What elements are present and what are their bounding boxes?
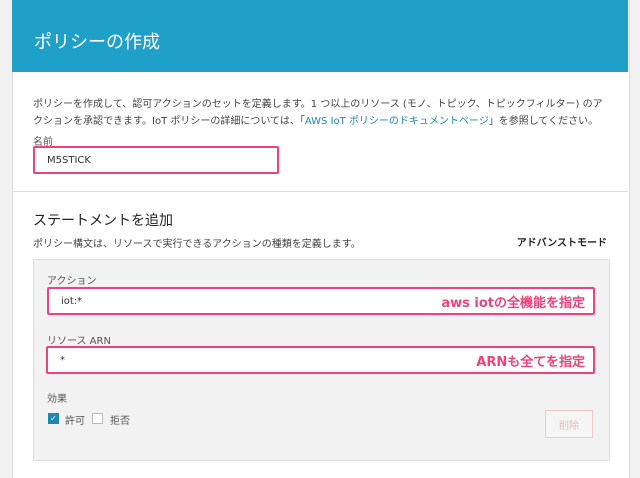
name-value: M5STICK <box>47 154 91 166</box>
policy-doc-link[interactable]: AWS IoT ポリシーのドキュメントページ <box>305 116 489 127</box>
description-text-end: 」を参照してください。 <box>488 116 599 127</box>
page-title: ポリシーの作成 <box>34 32 160 53</box>
allow-label: 許可 <box>65 416 85 427</box>
resource-value: * <box>60 354 65 366</box>
action-value: iot:* <box>61 295 83 307</box>
name-input[interactable]: M5STICK <box>33 146 279 174</box>
statement-panel: アクション iot:* aws iotの全機能を指定 リソース ARN * ARNも… <box>33 259 610 461</box>
resource-label: リソース ARN <box>47 336 111 347</box>
action-input[interactable]: iot:* aws iotの全機能を指定 <box>47 287 595 315</box>
allow-checkbox[interactable]: ✓ <box>48 413 59 424</box>
description: ポリシーを作成して、認可アクションのセットを定義します。1 つ以上のリソース (… <box>33 96 603 130</box>
statement-title: ステートメントを追加 <box>33 213 173 229</box>
action-label: アクション <box>47 276 97 287</box>
resource-annotation: ARNも全てを指定 <box>476 354 585 370</box>
action-annotation: aws iotの全機能を指定 <box>441 295 585 311</box>
page-header: ポリシーの作成 <box>12 0 628 72</box>
deny-checkbox[interactable] <box>92 413 103 424</box>
deny-label: 拒否 <box>110 416 130 427</box>
statement-subtitle: ポリシー構文は、リソースで実行できるアクションの種類を定義します。 <box>33 239 361 250</box>
effect-label: 効果 <box>47 394 67 405</box>
advanced-mode-link[interactable]: アドバンストモード <box>517 234 607 249</box>
delete-button[interactable]: 削除 <box>545 410 593 438</box>
divider <box>12 191 628 192</box>
resource-input[interactable]: * ARNも全てを指定 <box>46 346 595 374</box>
